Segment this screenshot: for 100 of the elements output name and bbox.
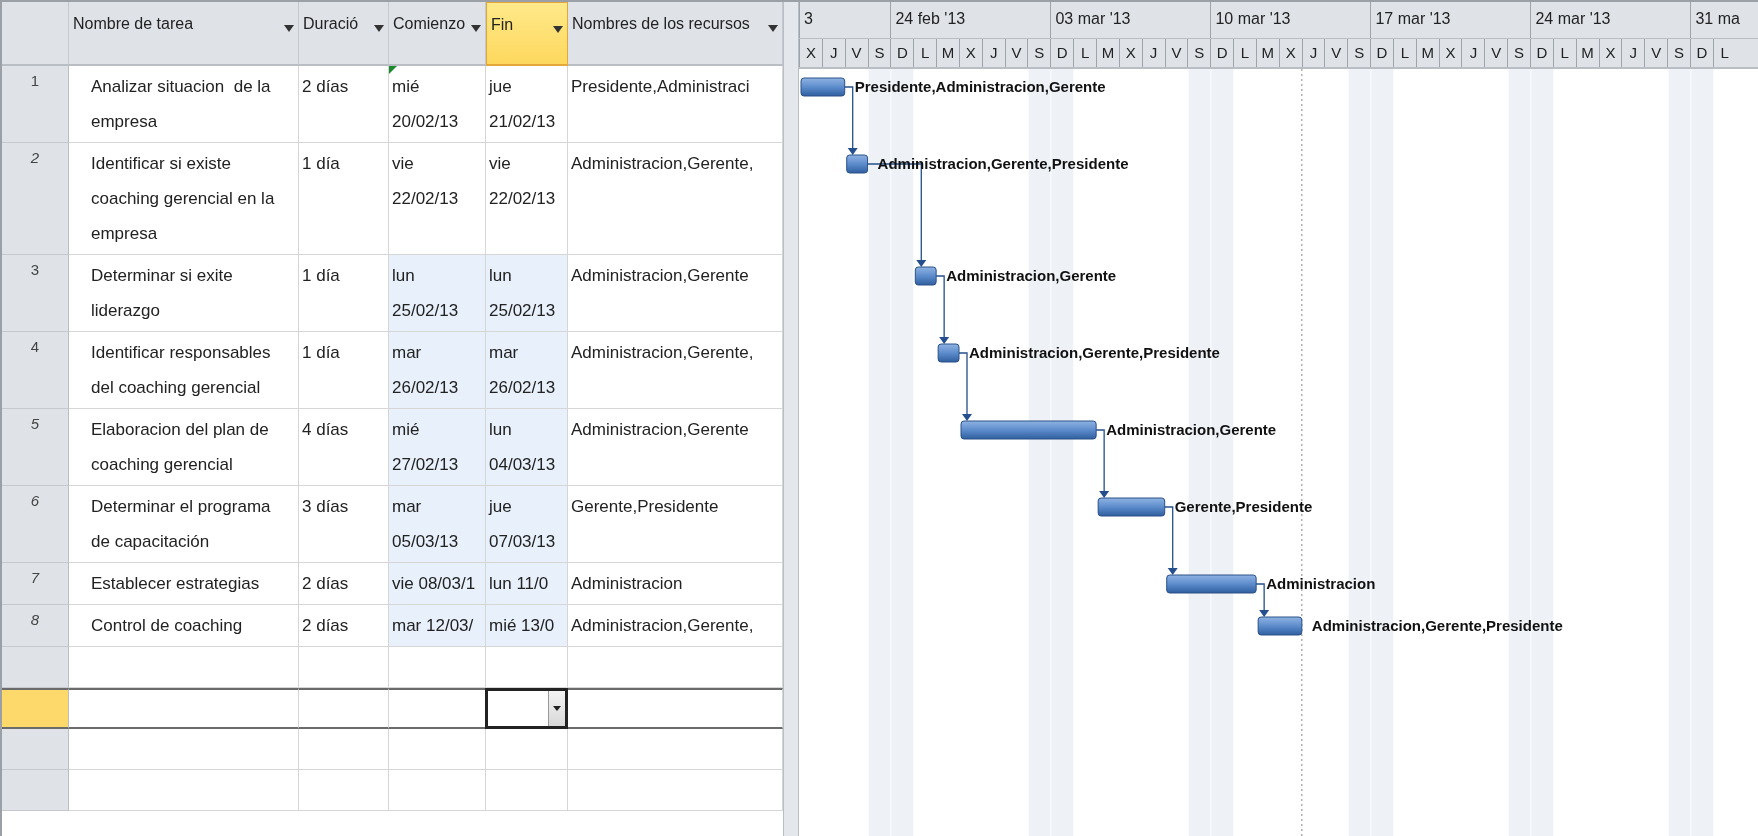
table-cell: Identificar si existe coaching gerencial en la empresa (69, 143, 299, 255)
timescale-day: M (1255, 39, 1279, 67)
timescale-day: D (1050, 39, 1074, 67)
timescale-day: L (1073, 39, 1096, 67)
row-number: 2 (2, 143, 69, 255)
timescale-day: D (1530, 39, 1553, 67)
table-cell: vie 08/03/1 (389, 563, 486, 605)
timescale-day: X (1278, 39, 1302, 67)
empty-cell[interactable] (299, 688, 389, 729)
row-number: 7 (2, 563, 69, 605)
table-cell: mié 13/0 (486, 605, 568, 647)
column-header[interactable]: Fin (486, 2, 568, 66)
timescale-week: 31 ma (1690, 2, 1758, 38)
row-number: 8 (2, 605, 69, 647)
dropdown-arrow-icon (553, 706, 561, 711)
resource-label: Administracion (1266, 575, 1376, 592)
column-header[interactable]: Nombres de los recursos (568, 2, 783, 66)
timescale-day: L (1552, 39, 1576, 67)
cell-editor-field[interactable] (485, 688, 568, 729)
table-cell: Elaboracion del plan de coaching gerencial (69, 409, 299, 486)
table-cell: Determinar el programa de capacitación (69, 486, 299, 563)
task-bar[interactable] (1097, 497, 1166, 517)
timescale-day: V (844, 39, 868, 67)
timescale-day: J (1461, 39, 1485, 67)
timescale-day: D (1689, 39, 1713, 67)
timescale-day: L (1392, 39, 1416, 67)
dropdown-arrow-icon (284, 25, 294, 32)
timescale-day: V (1324, 39, 1348, 67)
timescale-day: X (1598, 39, 1622, 67)
table-cell: Identificar responsables del coaching gerencial (69, 332, 299, 409)
column-header[interactable]: Comienzo (389, 2, 486, 66)
task-bar[interactable] (1257, 616, 1303, 636)
resource-label: Presidente,Administracion,Gerente (854, 78, 1106, 95)
timescale-day: S (1187, 39, 1211, 67)
timescale-day: V (1004, 39, 1028, 67)
timescale-day: S (1507, 39, 1530, 67)
resource-label: Gerente,Presidente (1174, 498, 1313, 515)
timescale-day: L (913, 39, 937, 67)
timescale-day: M (936, 39, 959, 67)
timescale-day: V (1484, 39, 1508, 67)
resource-label: Administracion,Gerente,Presidente (969, 344, 1220, 361)
task-bar[interactable] (937, 343, 960, 363)
timescale-day: D (1370, 39, 1393, 67)
dropdown-arrow-icon (374, 25, 384, 32)
column-header[interactable]: Nombre de tarea (69, 2, 299, 66)
dropdown-button[interactable] (548, 691, 565, 726)
timescale-day: D (890, 39, 914, 67)
timescale-week: 17 mar '13 (1370, 2, 1531, 38)
timescale-day: V (1164, 39, 1188, 67)
timescale-day: X (1118, 39, 1142, 67)
timescale-day: J (1141, 39, 1165, 67)
timescale-day: V (1644, 39, 1668, 67)
resource-label: Administracion,Gerente,Presidente (1311, 617, 1563, 634)
resource-label: Administracion,Gerente (1106, 421, 1277, 438)
timescale-week: 3 (799, 2, 891, 38)
dropdown-arrow-icon (471, 25, 481, 32)
dropdown-arrow-icon (553, 26, 563, 33)
timescale-day: M (1415, 39, 1439, 67)
task-bar[interactable] (914, 266, 937, 286)
timescale-day: J (1621, 39, 1645, 67)
timescale-day: S (1347, 39, 1371, 67)
table-cell: Control de coaching (69, 605, 299, 647)
timescale-week: 03 mar '13 (1050, 2, 1211, 38)
dropdown-arrow-icon (768, 25, 778, 32)
corner-cell (2, 2, 69, 66)
task-bar[interactable] (846, 154, 869, 174)
resource-label: Administracion,Gerente,Presidente (877, 155, 1129, 172)
task-bar[interactable] (1166, 574, 1257, 594)
timescale-day: D (1210, 39, 1234, 67)
row-number: 6 (2, 486, 69, 563)
column-header[interactable]: Duració (299, 2, 389, 66)
timescale-day: M (1575, 39, 1599, 67)
timescale-week: 24 feb '13 (890, 2, 1051, 38)
timescale-day: J (821, 39, 845, 67)
timescale-day: J (981, 39, 1005, 67)
timescale-day: S (1027, 39, 1051, 67)
timescale-day: X (958, 39, 982, 67)
table-cell: 1 día (299, 143, 389, 255)
timescale-day: S (867, 39, 891, 67)
resource-label: Administracion,Gerente (946, 267, 1117, 284)
row-number: 5 (2, 409, 69, 486)
timescale-day: X (1438, 39, 1462, 67)
row-number: 3 (2, 255, 69, 332)
timescale-week: 10 mar '13 (1210, 2, 1371, 38)
timescale-day: M (1095, 39, 1119, 67)
table-cell: lun 11/0 (486, 563, 568, 605)
table-cell: Establecer estrategias (69, 563, 299, 605)
timescale-week: 24 mar '13 (1530, 2, 1691, 38)
timescale-day: J (1301, 39, 1325, 67)
row-header[interactable] (2, 688, 69, 729)
table-cell: Determinar si exite liderazgo (69, 255, 299, 332)
table-cell: mar 12/03/ (389, 605, 486, 647)
table-cell: Analizar situacion de la empresa (69, 66, 299, 143)
timescale-day: S (1667, 39, 1690, 67)
row-number: 4 (2, 332, 69, 409)
task-bar[interactable] (960, 420, 1097, 440)
timescale-day: L (1233, 39, 1256, 67)
timescale-day: X (799, 39, 822, 67)
row-number: 1 (2, 66, 69, 143)
task-bar[interactable] (800, 77, 846, 97)
